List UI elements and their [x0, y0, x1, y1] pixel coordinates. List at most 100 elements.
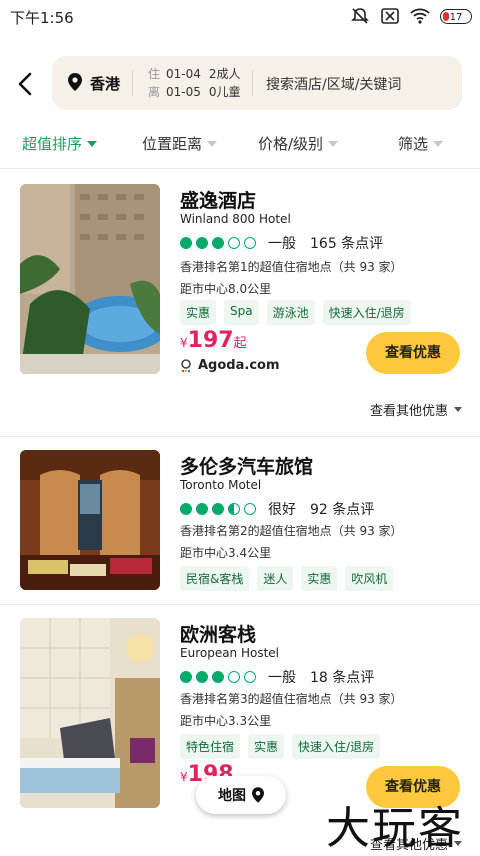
tab-price-level[interactable]: 价格/级别: [258, 133, 339, 154]
battery-icon: 17: [440, 8, 472, 24]
keyword-search-input[interactable]: 搜索酒店/区域/关键词: [266, 74, 401, 94]
tag-list: 民宿&客栈 迷人 实惠 吹风机: [180, 566, 394, 591]
location-pin-icon: [68, 73, 82, 91]
tab-label: 价格/级别: [258, 135, 324, 153]
vendor-name: Agoda.com: [198, 358, 280, 373]
rating-bubble-full-icon: [212, 671, 224, 683]
caret-down-icon: [207, 140, 218, 147]
amenity-tag: 实惠: [180, 300, 217, 325]
rating-bubble-full-icon: [180, 503, 192, 515]
review-count[interactable]: 92 条点评: [310, 499, 374, 519]
divider: [0, 604, 480, 605]
tab-label: 筛选: [398, 135, 429, 153]
tag-list: 实惠 Spa 游泳池 快速入住/退房: [180, 300, 411, 325]
rating-bubble-half-icon: [228, 503, 240, 515]
rating-bubble-full-icon: [212, 503, 224, 515]
divider: [0, 168, 480, 169]
rank-text: 香港排名第1的超值住宿地点（共 93 家）: [180, 260, 403, 274]
rating-bubble-empty-icon: [244, 237, 256, 249]
checkout-date: 01-05: [166, 85, 201, 99]
review-count[interactable]: 18 条点评: [310, 667, 374, 687]
rating-row: 很好 92 条点评: [180, 499, 374, 519]
search-box[interactable]: 香港 住 01-04 2成人 离 01-05 0儿童 搜索酒店/区域/关键词: [52, 56, 462, 110]
hotel-photo[interactable]: [20, 184, 160, 374]
caret-down-icon: [454, 407, 462, 412]
price: ¥197起: [180, 328, 247, 353]
city-label[interactable]: 香港: [90, 73, 120, 94]
distance-text: 距市中心3.4公里: [180, 546, 272, 560]
hotel-name[interactable]: 欧洲客栈: [180, 620, 256, 647]
amenity-tag: Spa: [224, 300, 259, 325]
rating-bubble-full-icon: [180, 671, 192, 683]
amenity-tag: 实惠: [301, 566, 338, 591]
rating-bubble-empty-icon: [244, 671, 256, 683]
caret-down-icon: [433, 140, 444, 147]
distance-text: 距市中心8.0公里: [180, 282, 272, 296]
tab-value-sort[interactable]: 超值排序: [22, 133, 98, 154]
amenity-tag: 实惠: [248, 734, 285, 759]
currency-symbol: ¥: [180, 770, 188, 784]
more-deals-label: 查看其他优惠: [369, 404, 448, 419]
checkout-label: 离: [148, 85, 161, 99]
status-bar: 下午1:56 17: [0, 0, 480, 34]
back-arrow-icon[interactable]: [14, 70, 38, 98]
rating-bubble-full-icon: [196, 237, 208, 249]
amenity-tag: 迷人: [257, 566, 294, 591]
hotel-name-en: Toronto Motel: [180, 478, 262, 492]
caret-down-icon: [87, 140, 98, 147]
battery-level: 17: [449, 11, 463, 23]
price-suffix: 起: [233, 336, 247, 351]
tab-filter[interactable]: 筛选: [398, 133, 444, 154]
date-guest-selector[interactable]: 住 01-04 2成人 离 01-05 0儿童: [148, 65, 241, 101]
divider: [0, 436, 480, 437]
rank-text: 香港排名第3的超值住宿地点（共 93 家）: [180, 692, 403, 706]
watermark: 大玩客: [326, 803, 464, 854]
price-value: 197: [187, 328, 234, 353]
rating-level: 一般: [268, 236, 296, 252]
hotel-photo[interactable]: [20, 618, 160, 808]
checkin-label: 住: [148, 67, 161, 81]
tab-label: 超值排序: [22, 135, 83, 153]
rating-bubble-empty-icon: [228, 671, 240, 683]
more-deals-link[interactable]: 查看其他优惠: [370, 400, 462, 419]
rating-level: 很好: [268, 502, 296, 518]
no-sim-icon: [381, 8, 399, 24]
rank-text: 香港排名第2的超值住宿地点（共 93 家）: [180, 524, 403, 538]
review-count[interactable]: 165 条点评: [310, 233, 383, 253]
checkin-date: 01-04: [166, 67, 201, 81]
map-button[interactable]: 地图: [196, 776, 286, 814]
vendor-logo-icon: [181, 358, 191, 372]
rating-bubble-empty-icon: [228, 237, 240, 249]
map-button-label: 地图: [218, 788, 246, 804]
rating-level: 一般: [268, 670, 296, 686]
amenity-tag: 民宿&客栈: [180, 566, 250, 591]
rating-bubble-full-icon: [196, 503, 208, 515]
status-time: 下午1:56: [10, 9, 74, 27]
location-pin-icon: [252, 787, 264, 803]
caret-down-icon: [328, 140, 339, 147]
amenity-tag: 特色住宿: [180, 734, 241, 759]
divider: [132, 70, 133, 96]
currency-symbol: ¥: [180, 336, 188, 350]
mute-icon: [351, 8, 369, 24]
rating-row: 一般 165 条点评: [180, 233, 383, 253]
amenity-tag: 游泳池: [266, 300, 315, 325]
rating-bubble-full-icon: [212, 237, 224, 249]
tab-distance[interactable]: 位置距离: [142, 133, 218, 154]
sort-bar: 超值排序 位置距离 价格/级别 筛选: [0, 128, 480, 160]
hotel-name-en: European Hostel: [180, 646, 280, 660]
children-count: 0儿童: [208, 85, 241, 99]
hotel-name[interactable]: 盛逸酒店: [180, 186, 256, 213]
hotel-photo[interactable]: [20, 450, 160, 590]
hotel-name[interactable]: 多伦多汽车旅馆: [180, 452, 313, 479]
adults-count: 2成人: [208, 67, 241, 81]
tag-list: 特色住宿 实惠 快速入住/退房: [180, 734, 381, 759]
distance-text: 距市中心3.3公里: [180, 714, 272, 728]
rating-bubble-full-icon: [196, 671, 208, 683]
rating-bubble-full-icon: [180, 237, 192, 249]
wifi-icon: [410, 8, 430, 24]
view-deal-button[interactable]: 查看优惠: [366, 332, 460, 374]
rating-bubble-empty-icon: [244, 503, 256, 515]
amenity-tag: 吹风机: [345, 566, 394, 591]
amenity-tag: 快速入住/退房: [322, 300, 411, 325]
